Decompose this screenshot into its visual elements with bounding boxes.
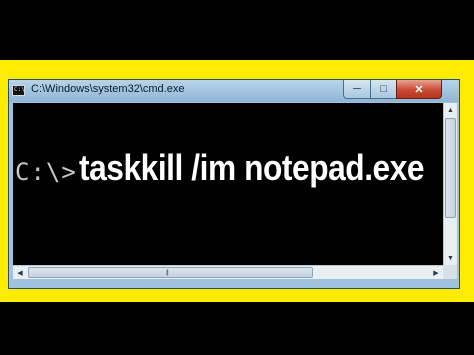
horizontal-scrollbar[interactable]: ◀ ||| ▶ xyxy=(13,265,443,279)
close-button[interactable]: ✕ xyxy=(396,80,442,99)
title-bar[interactable]: C:\ C:\Windows\system32\cmd.exe ─ □ ✕ xyxy=(9,80,459,102)
maximize-icon: □ xyxy=(380,83,387,95)
minimize-button[interactable]: ─ xyxy=(343,80,371,99)
app-icon-prompt: C:\ xyxy=(14,86,25,93)
minimize-icon: ─ xyxy=(353,83,361,95)
horizontal-scroll-thumb[interactable]: ||| xyxy=(28,267,313,278)
scroll-down-arrow-icon[interactable]: ▼ xyxy=(444,251,457,265)
page-root: { "window": { "title": "C:\\Windows\\sys… xyxy=(0,0,474,355)
console-area[interactable]: C:\> taskkill /im notepad.exe xyxy=(13,103,443,265)
command-line: C:\> taskkill /im notepad.exe xyxy=(15,147,471,189)
scrollbar-corner xyxy=(443,265,457,279)
vertical-scrollbar[interactable]: ▲ ▼ xyxy=(443,103,457,265)
scroll-right-arrow-icon[interactable]: ▶ xyxy=(429,266,443,279)
maximize-button[interactable]: □ xyxy=(370,80,397,99)
console-command: taskkill /im notepad.exe xyxy=(78,147,425,188)
close-icon: ✕ xyxy=(414,83,424,96)
vertical-scroll-thumb[interactable] xyxy=(445,118,456,218)
console-prompt: C:\> xyxy=(15,158,77,186)
scroll-grip-icon: ||| xyxy=(166,270,169,276)
cmd-window[interactable]: C:\ C:\Windows\system32\cmd.exe ─ □ ✕ C:… xyxy=(8,79,460,289)
scroll-left-arrow-icon[interactable]: ◀ xyxy=(13,266,27,279)
scroll-up-arrow-icon[interactable]: ▲ xyxy=(444,103,457,117)
window-title: C:\Windows\system32\cmd.exe xyxy=(31,83,185,95)
cmd-app-icon[interactable]: C:\ xyxy=(12,85,25,96)
